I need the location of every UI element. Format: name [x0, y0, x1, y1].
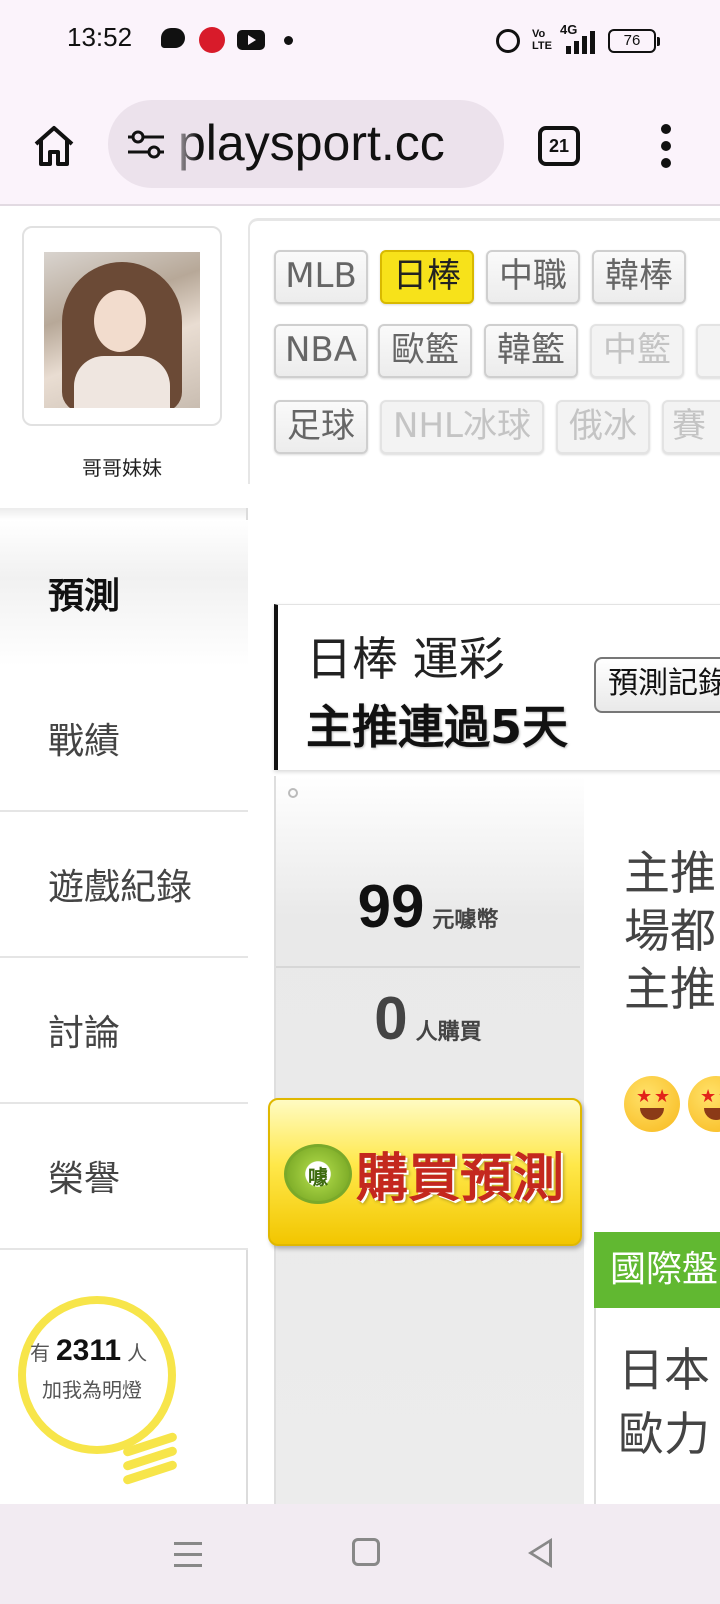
sidebar-item-label: 榮譽 — [48, 1159, 121, 1200]
sidebar-shadow — [0, 508, 248, 520]
emoji-row — [624, 1076, 720, 1136]
international-odds-box: 日本 歐力 — [594, 1308, 720, 1504]
buyers-row: 0 人購買 — [276, 984, 580, 1053]
browser-toolbar: playsport.cc 21 — [0, 84, 720, 206]
sidebar-item-honors[interactable]: 榮譽 — [0, 1104, 248, 1250]
tab-mlb[interactable]: MLB — [274, 250, 368, 304]
price-row: 99 元噱幣 — [276, 872, 580, 941]
prediction-title: 日棒 運彩 — [306, 632, 505, 686]
dot-icon — [284, 36, 293, 45]
fans-count: 有 2311 人 — [30, 1334, 147, 1368]
intl-text: 日本 歐力 — [618, 1338, 710, 1466]
tab-euro-basketball[interactable]: 歐籃 — [378, 324, 472, 378]
pin-icon — [288, 788, 298, 798]
fans-count-number: 2311 — [56, 1334, 122, 1367]
tab-cpbl[interactable]: 中職 — [486, 250, 580, 304]
alarm-icon — [496, 29, 520, 53]
avatar[interactable] — [44, 252, 200, 408]
signal-icon — [558, 26, 598, 54]
recent-apps-icon[interactable] — [174, 1540, 202, 1568]
buy-prediction-label: 購買預測 — [356, 1149, 565, 1209]
tab-nhl[interactable]: NHL冰球 — [380, 400, 544, 454]
site-settings-icon[interactable] — [126, 128, 166, 160]
tab-china-basketball[interactable]: 中籃 — [590, 324, 684, 378]
app-notification-icon — [199, 27, 225, 53]
buyers-unit: 人購買 — [415, 1020, 482, 1045]
tabs-icon[interactable]: 21 — [538, 126, 580, 166]
sidebar-item-game-log[interactable]: 遊戲紀錄 — [0, 812, 248, 958]
back-icon[interactable] — [528, 1538, 552, 1568]
profile-card[interactable] — [22, 226, 222, 426]
prediction-header: 日棒 運彩 主推連過5天 預測記錄 — [274, 604, 720, 770]
address-bar[interactable]: playsport.cc — [108, 100, 504, 188]
prediction-description: 主推 場都 主推 — [624, 844, 720, 1018]
home-icon[interactable] — [30, 122, 78, 170]
desc-line: 主推 — [624, 846, 716, 900]
buyers-count: 0 — [374, 985, 408, 1052]
url-fade — [168, 100, 198, 188]
sidebar-item-label: 戰績 — [48, 721, 121, 762]
intl-line: 日本 — [618, 1343, 710, 1397]
sidebar-item-label: 討論 — [48, 1013, 121, 1054]
coin-logo-text: 噱 — [308, 1165, 328, 1189]
sidebar-item-discussion[interactable]: 討論 — [0, 958, 248, 1104]
tab-more-row2[interactable] — [696, 324, 720, 378]
sidebar-item-label: 預測 — [48, 576, 121, 617]
buy-prediction-button[interactable]: 噱 購買預測 — [268, 1098, 582, 1246]
desc-line: 主推 — [624, 962, 716, 1016]
sidebar-item-record[interactable]: 戰績 — [0, 666, 248, 812]
add-as-light-label[interactable]: 加我為明燈 — [42, 1374, 142, 1403]
lightbulb-base-icon — [121, 1431, 182, 1486]
star-struck-emoji-icon — [688, 1076, 720, 1132]
battery-icon: 76 — [608, 29, 660, 53]
tab-japan-baseball[interactable]: 日棒 — [380, 250, 474, 304]
status-time: 13:52 — [67, 22, 133, 52]
star-struck-emoji-icon — [624, 1076, 680, 1132]
price-value: 99 — [357, 873, 425, 940]
chat-icon — [161, 28, 185, 48]
international-odds-badge[interactable]: 國際盤 — [594, 1232, 720, 1308]
youtube-icon — [237, 30, 265, 50]
sidebar-item-predictions[interactable]: 預測 — [0, 520, 248, 666]
sidebar-item-label: 遊戲紀錄 — [48, 867, 193, 908]
profile-name[interactable]: 哥哥妹妹 — [22, 452, 222, 481]
price-unit: 元噱幣 — [432, 908, 499, 933]
tab-korea-baseball[interactable]: 韓棒 — [592, 250, 686, 304]
fans-suffix: 人 — [127, 1341, 148, 1365]
url-text: playsport.cc — [178, 115, 445, 171]
tab-racing[interactable]: 賽 — [662, 400, 720, 454]
home-square-icon[interactable] — [352, 1538, 380, 1566]
web-content: 哥哥妹妹 預測 戰績 遊戲紀錄 討論 榮譽 有 2311 人 加我為明燈 MLB 日… — [0, 208, 720, 1504]
volte-icon: Vo LTE — [532, 28, 552, 52]
price-divider — [276, 966, 580, 968]
status-bar: 13:52 Vo LTE 4G 76 — [0, 0, 720, 84]
tab-soccer[interactable]: 足球 — [274, 400, 368, 454]
tab-korea-basketball[interactable]: 韓籃 — [484, 324, 578, 378]
prediction-streak: 主推連過5天 — [306, 700, 569, 754]
coin-logo-icon: 噱 — [284, 1144, 352, 1204]
fans-prefix: 有 — [30, 1341, 50, 1365]
desc-line: 場都 — [624, 904, 716, 958]
more-menu-icon[interactable] — [656, 124, 676, 168]
tab-nba[interactable]: NBA — [274, 324, 368, 378]
intl-line: 歐力 — [618, 1407, 710, 1461]
tab-russia-hockey[interactable]: 俄冰 — [556, 400, 650, 454]
prediction-record-button[interactable]: 預測記錄 — [594, 657, 720, 713]
system-nav-bar — [0, 1504, 720, 1604]
